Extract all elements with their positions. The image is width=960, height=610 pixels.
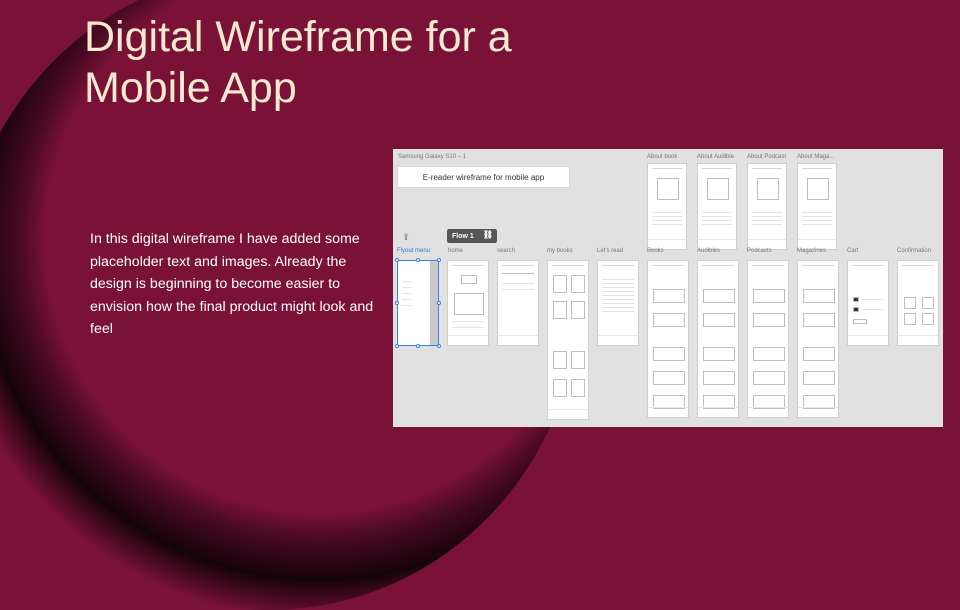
- flow-button[interactable]: Flow 1 ⛓: [447, 229, 497, 243]
- artboard-label: About Maga...: [797, 154, 835, 160]
- device-label: Samsung Galaxy S10 – 1: [398, 154, 467, 160]
- artboard-label: Podcasts: [747, 248, 772, 254]
- artboard-confirmation[interactable]: [897, 260, 939, 346]
- wireframe-title-box: E-reader wireframe for mobile app: [397, 166, 570, 188]
- wireframe-title: E-reader wireframe for mobile app: [422, 172, 545, 182]
- artboard-label: search: [497, 248, 516, 254]
- artboard-label: Flyout menu: [397, 248, 431, 254]
- artboard-about-book[interactable]: [647, 163, 687, 250]
- artboard-label: About Audible: [697, 154, 735, 160]
- artboard-label: home: [448, 248, 464, 254]
- artboard-label: Let's read: [597, 248, 624, 254]
- wireframe-screenshot: Samsung Galaxy S10 – 1 E-reader wirefram…: [393, 149, 943, 427]
- artboard-home[interactable]: [447, 260, 489, 346]
- selection-handle[interactable]: [395, 344, 399, 348]
- artboard-label: Magazines: [797, 248, 827, 254]
- slide-description: In this digital wireframe I have added s…: [90, 231, 374, 337]
- artboard-about-audible[interactable]: [697, 163, 737, 250]
- artboard-about-magazine[interactable]: [797, 163, 837, 250]
- artboard-cart[interactable]: [847, 260, 889, 346]
- selection-handle[interactable]: [395, 258, 399, 262]
- artboard-search[interactable]: [497, 260, 539, 346]
- artboard-label: Books: [647, 248, 664, 254]
- artboard-label: Confirmation: [897, 248, 932, 254]
- artboard-label: Audibles: [697, 248, 721, 254]
- artboard-label: About Podcast: [747, 154, 787, 160]
- selection-handle[interactable]: [416, 344, 420, 348]
- selection-handle[interactable]: [395, 301, 399, 305]
- artboard-audibles[interactable]: [697, 260, 739, 418]
- flow-label: Flow 1: [452, 232, 474, 240]
- artboard-label: my books: [547, 248, 573, 254]
- link-icon[interactable]: ⛓: [483, 230, 493, 239]
- slide-title: Digital Wireframe for a Mobile App: [84, 13, 512, 112]
- selection-handle[interactable]: [437, 344, 441, 348]
- artboard-about-podcast[interactable]: [747, 163, 787, 250]
- artboard-magazines[interactable]: [797, 260, 839, 418]
- artboard-lets-read[interactable]: [597, 260, 639, 346]
- artboard-my-books[interactable]: [547, 260, 589, 420]
- selection-handle[interactable]: [437, 258, 441, 262]
- artboard-flyout-menu[interactable]: [397, 260, 439, 346]
- artboard-label: Cart: [847, 248, 859, 254]
- artboard-podcasts[interactable]: [747, 260, 789, 418]
- selection-handle[interactable]: [437, 301, 441, 305]
- artboard-label: About book: [647, 154, 678, 160]
- share-icon[interactable]: ⇪: [399, 231, 413, 243]
- artboard-books[interactable]: [647, 260, 689, 418]
- selection-handle[interactable]: [416, 258, 420, 262]
